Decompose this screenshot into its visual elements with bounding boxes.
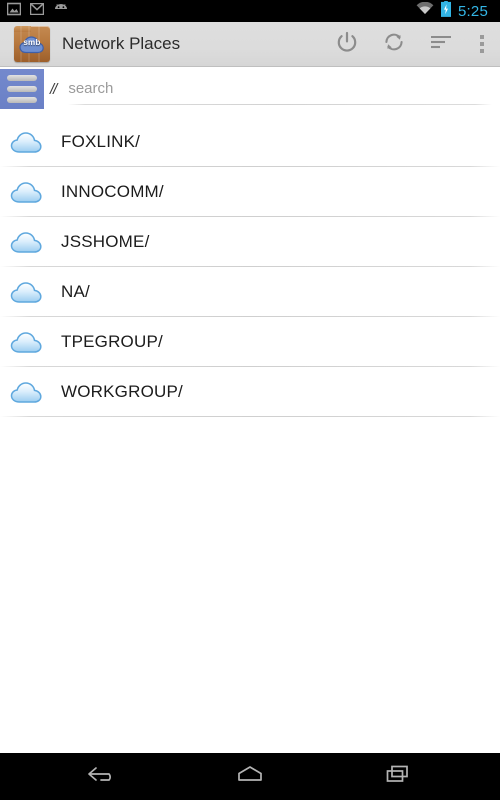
refresh-button[interactable] — [370, 22, 417, 67]
cloud-icon — [5, 179, 51, 205]
action-bar: smb Network Places — [0, 22, 500, 67]
cloud-icon — [5, 379, 51, 405]
list-item-label: FOXLINK/ — [61, 132, 141, 151]
list-divider — [0, 416, 500, 417]
refresh-icon — [383, 31, 405, 58]
list-item-label: JSSHOME/ — [61, 232, 150, 251]
email-icon — [29, 2, 45, 20]
recents-icon — [381, 763, 415, 790]
battery-charging-icon — [441, 0, 451, 22]
list-item-label: NA/ — [61, 282, 90, 301]
power-button[interactable] — [323, 22, 370, 67]
smb-badge-label: smb — [23, 38, 41, 47]
network-places-list: FOXLINK/ INNOCOMM/ JSSHOME/ NA/ TPEGROUP… — [0, 117, 500, 417]
list-item-label: TPEGROUP/ — [61, 332, 163, 351]
back-arrow-icon — [85, 763, 119, 790]
path-search-row: // — [0, 67, 500, 117]
sort-button[interactable] — [417, 22, 464, 67]
hamburger-menu-button[interactable] — [0, 69, 44, 109]
cloud-icon — [5, 129, 51, 155]
overflow-menu-button[interactable] — [464, 22, 500, 67]
hamburger-bar-3 — [7, 97, 37, 103]
list-item[interactable]: JSSHOME/ — [0, 217, 500, 267]
search-field-wrapper — [68, 75, 492, 109]
hamburger-bar-1 — [7, 75, 37, 81]
home-icon — [233, 763, 267, 790]
list-item-label: INNOCOMM/ — [61, 182, 164, 201]
wifi-icon — [416, 1, 434, 20]
list-item[interactable]: INNOCOMM/ — [0, 167, 500, 217]
cloud-icon — [5, 229, 51, 255]
home-button[interactable] — [222, 753, 278, 800]
search-input[interactable] — [68, 75, 492, 101]
status-bar-system: 5:25 — [416, 0, 494, 22]
list-item[interactable]: NA/ — [0, 267, 500, 317]
search-underline — [68, 104, 492, 105]
status-bar-notifications — [6, 2, 69, 21]
android-robot-icon — [53, 2, 69, 20]
power-icon — [336, 31, 358, 58]
action-bar-buttons — [323, 22, 500, 67]
sort-lines-icon — [429, 33, 453, 56]
cloud-icon — [5, 279, 51, 305]
back-button[interactable] — [74, 753, 130, 800]
hamburger-bar-2 — [7, 86, 37, 92]
list-item[interactable]: FOXLINK/ — [0, 117, 500, 167]
list-item[interactable]: WORKGROUP/ — [0, 367, 500, 417]
breadcrumb: // — [50, 81, 57, 98]
list-item[interactable]: TPEGROUP/ — [0, 317, 500, 367]
overflow-dots-icon — [480, 35, 484, 53]
list-item-label: WORKGROUP/ — [61, 382, 183, 401]
android-navigation-bar — [0, 753, 500, 800]
status-bar: 5:25 — [0, 0, 500, 22]
cloud-icon — [5, 329, 51, 355]
smb-folder-icon: smb — [14, 26, 50, 62]
page-title: Network Places — [62, 34, 181, 53]
recents-button[interactable] — [370, 753, 426, 800]
status-bar-clock: 5:25 — [458, 2, 488, 20]
gallery-icon — [6, 2, 22, 21]
